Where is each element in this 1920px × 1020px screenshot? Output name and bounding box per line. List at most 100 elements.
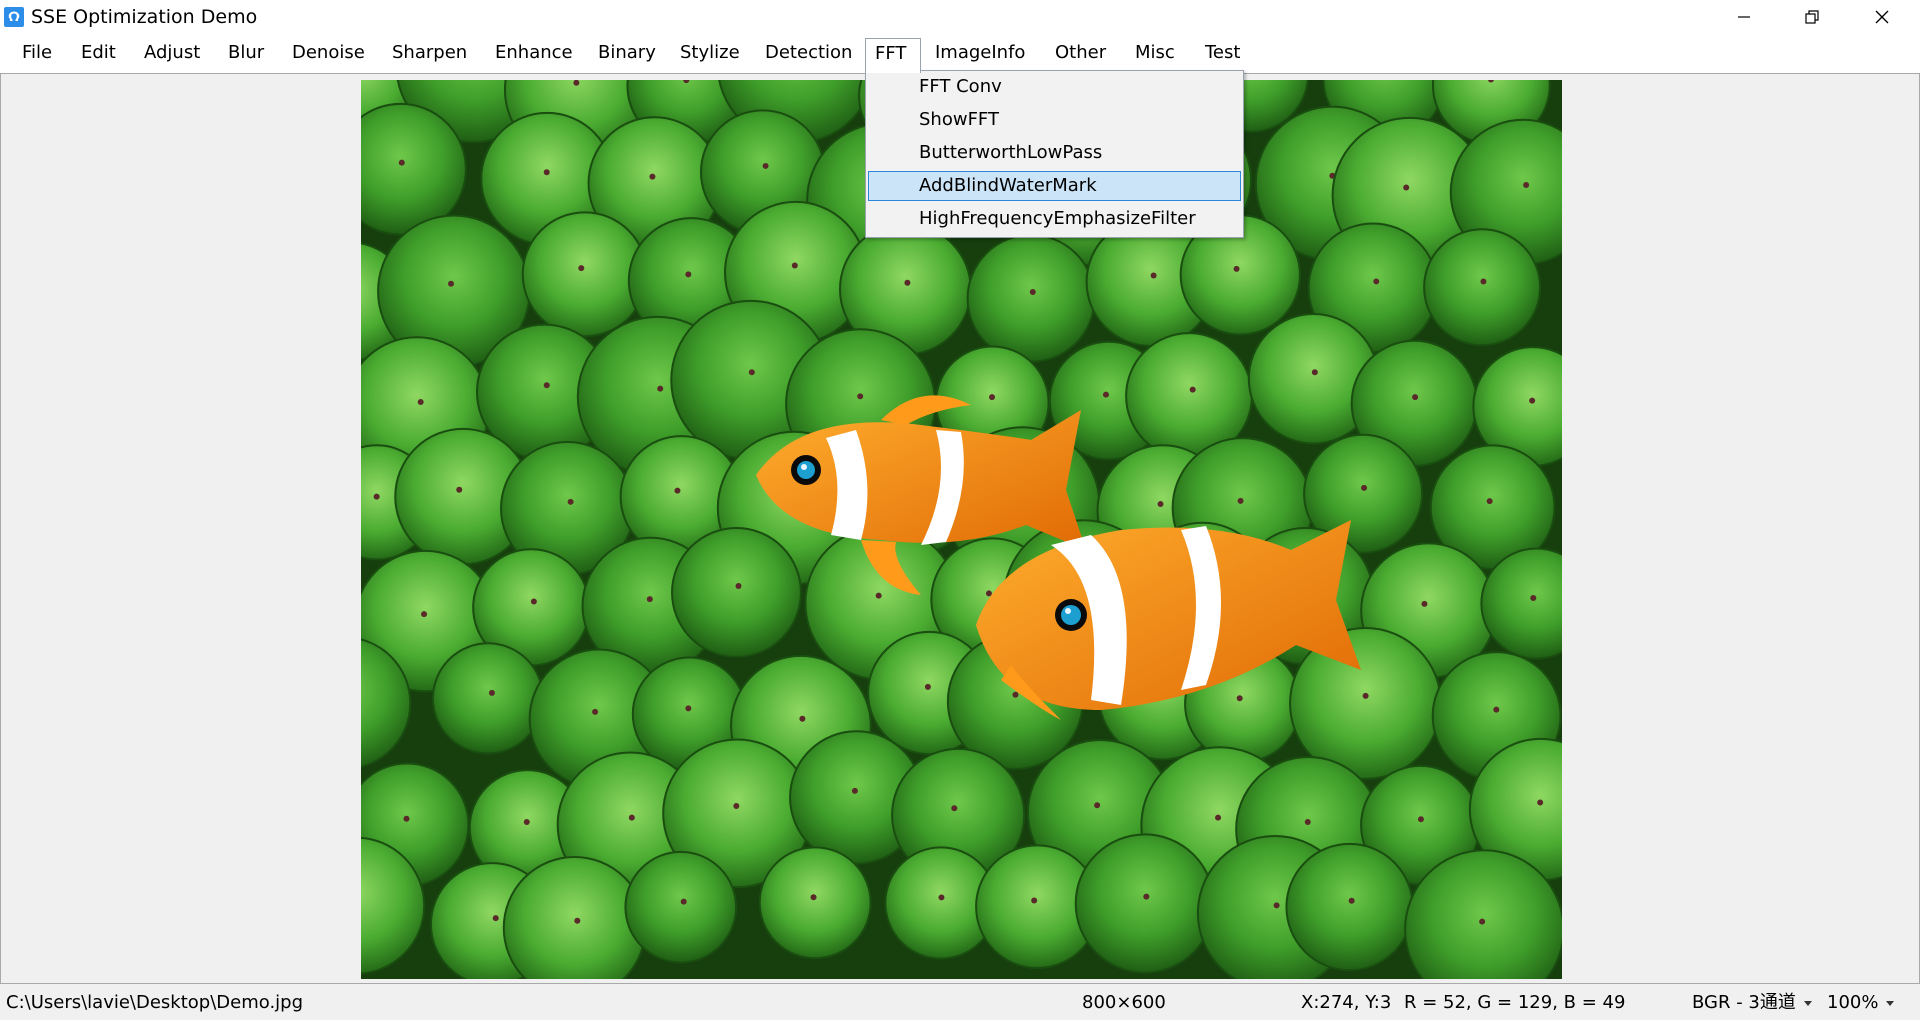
menu-blur[interactable]: Blur bbox=[219, 38, 273, 68]
menu-enhance[interactable]: Enhance bbox=[486, 38, 582, 68]
menu-item-butterworth-lowpass[interactable]: ButterworthLowPass bbox=[868, 138, 1241, 168]
anemone-bulb bbox=[966, 233, 1096, 363]
menu-binary[interactable]: Binary bbox=[589, 38, 665, 68]
menu-adjust[interactable]: Adjust bbox=[135, 38, 209, 68]
status-cursor-position: X:274, Y:3 bbox=[1301, 992, 1392, 1013]
anemone-tip bbox=[674, 487, 681, 494]
anemone-tip bbox=[1273, 902, 1280, 909]
anemone-tip bbox=[904, 279, 911, 286]
anemone-tip bbox=[1403, 184, 1410, 191]
anemone-tip bbox=[762, 162, 769, 169]
anemone-tip bbox=[1412, 394, 1419, 401]
anemone-tip bbox=[1417, 816, 1424, 823]
menu-test[interactable]: Test bbox=[1196, 38, 1249, 68]
status-pixel-value: R = 52, G = 129, B = 49 bbox=[1404, 992, 1626, 1013]
anemone-tip bbox=[448, 280, 455, 287]
anemone-tip bbox=[1361, 484, 1368, 491]
channel-mode-dropdown[interactable]: BGR - 3通道 bbox=[1692, 992, 1812, 1014]
anemone-tip bbox=[1094, 802, 1101, 809]
channel-mode-label: BGR - 3通道 bbox=[1692, 992, 1796, 1013]
anemone-bulb bbox=[1423, 228, 1542, 347]
menu-misc[interactable]: Misc bbox=[1126, 38, 1184, 68]
close-button[interactable] bbox=[1848, 0, 1916, 34]
anemone-bulb bbox=[1074, 833, 1215, 974]
menu-sharpen[interactable]: Sharpen bbox=[383, 38, 476, 68]
anemone-tip bbox=[1189, 386, 1196, 393]
minimize-button[interactable] bbox=[1710, 0, 1778, 34]
anemone-tip bbox=[733, 802, 740, 809]
canvas-border-left bbox=[0, 74, 1, 983]
anemone-tip bbox=[924, 683, 931, 690]
menu-item-showfft[interactable]: ShowFFT bbox=[868, 105, 1241, 135]
anemone-tip bbox=[799, 715, 806, 722]
anemone-tip bbox=[810, 894, 817, 901]
anemone-tip bbox=[1486, 498, 1493, 505]
anemone-tip bbox=[875, 592, 882, 599]
status-dimensions: 800×600 bbox=[1082, 992, 1166, 1013]
restore-icon bbox=[1805, 10, 1819, 24]
anemone-tip bbox=[1523, 182, 1530, 189]
anemone-tip bbox=[1237, 497, 1244, 504]
anemone-tip bbox=[1493, 706, 1500, 713]
anemone-tip bbox=[1480, 278, 1487, 285]
anemone-tip bbox=[1362, 692, 1369, 699]
anemone-tip bbox=[735, 583, 742, 590]
anemone-tip bbox=[543, 169, 550, 176]
anemone-tip bbox=[1029, 289, 1036, 296]
menu-item-add-blind-watermark[interactable]: AddBlindWaterMark bbox=[868, 171, 1241, 201]
anemone-tip bbox=[1150, 272, 1157, 279]
anemone-tip bbox=[1537, 799, 1544, 806]
anemone-tip bbox=[938, 894, 945, 901]
anemone-tip bbox=[543, 382, 550, 389]
menu-stylize[interactable]: Stylize bbox=[671, 38, 749, 68]
zoom-dropdown[interactable]: 100% bbox=[1827, 992, 1895, 1014]
anemone-tip bbox=[1233, 265, 1240, 272]
anemone-tip bbox=[1143, 893, 1150, 900]
status-bar: C:\Users\lavie\Desktop\Demo.jpg 800×600 … bbox=[0, 984, 1920, 1020]
anemone-tip bbox=[1012, 691, 1019, 698]
anemone-tip bbox=[417, 399, 424, 406]
anemone-tip bbox=[1311, 369, 1318, 376]
status-file-path: C:\Users\lavie\Desktop\Demo.jpg bbox=[6, 992, 304, 1013]
anemone-tip bbox=[1236, 695, 1243, 702]
anemone-tip bbox=[398, 159, 405, 166]
anemone-bulb bbox=[758, 846, 872, 960]
anemone-tip bbox=[989, 394, 996, 401]
anemone-bulb bbox=[624, 850, 738, 964]
menu-imageinfo[interactable]: ImageInfo bbox=[926, 38, 1034, 68]
anemone-tip bbox=[523, 819, 530, 826]
title-bar: SSE Optimization Demo bbox=[0, 0, 1920, 34]
menu-other[interactable]: Other bbox=[1046, 38, 1115, 68]
anemone-tip bbox=[1373, 278, 1380, 285]
restore-button[interactable] bbox=[1778, 0, 1846, 34]
anemone-tip bbox=[1157, 501, 1164, 508]
menu-fft[interactable]: FFT bbox=[865, 38, 921, 73]
anemone-tip bbox=[628, 814, 635, 821]
menu-item-high-frequency-emphasize-filter[interactable]: HighFrequencyEmphasizeFilter bbox=[868, 204, 1241, 234]
menu-file[interactable]: File bbox=[13, 38, 61, 68]
anemone-tip bbox=[574, 917, 581, 924]
app-icon bbox=[4, 7, 24, 27]
anemone-tip bbox=[657, 385, 664, 392]
menu-denoise[interactable]: Denoise bbox=[283, 38, 374, 68]
anemone-tip bbox=[592, 708, 599, 715]
anemone-tip bbox=[1102, 391, 1109, 398]
anemone-tip bbox=[421, 611, 428, 618]
menu-bar: File Edit Adjust Blur Denoise Sharpen En… bbox=[0, 34, 1920, 73]
anemone-tip bbox=[492, 915, 499, 922]
anemone-tip bbox=[530, 598, 537, 605]
anemone-bulb bbox=[1285, 842, 1414, 972]
anemone-tip bbox=[1479, 918, 1486, 925]
anemone-tip bbox=[951, 805, 958, 812]
menu-edit[interactable]: Edit bbox=[72, 38, 125, 68]
anemone-tip bbox=[646, 596, 653, 603]
menu-detection[interactable]: Detection bbox=[756, 38, 861, 68]
anemone-tip bbox=[685, 271, 692, 278]
menu-item-fft-conv[interactable]: FFT Conv bbox=[868, 72, 1241, 102]
anemone-tip bbox=[403, 815, 410, 822]
anemone-tip bbox=[1215, 814, 1222, 821]
anemone-tip bbox=[1529, 397, 1536, 404]
zoom-label: 100% bbox=[1827, 992, 1879, 1013]
anemone-tip bbox=[567, 498, 574, 505]
anemone-tip bbox=[649, 173, 656, 180]
